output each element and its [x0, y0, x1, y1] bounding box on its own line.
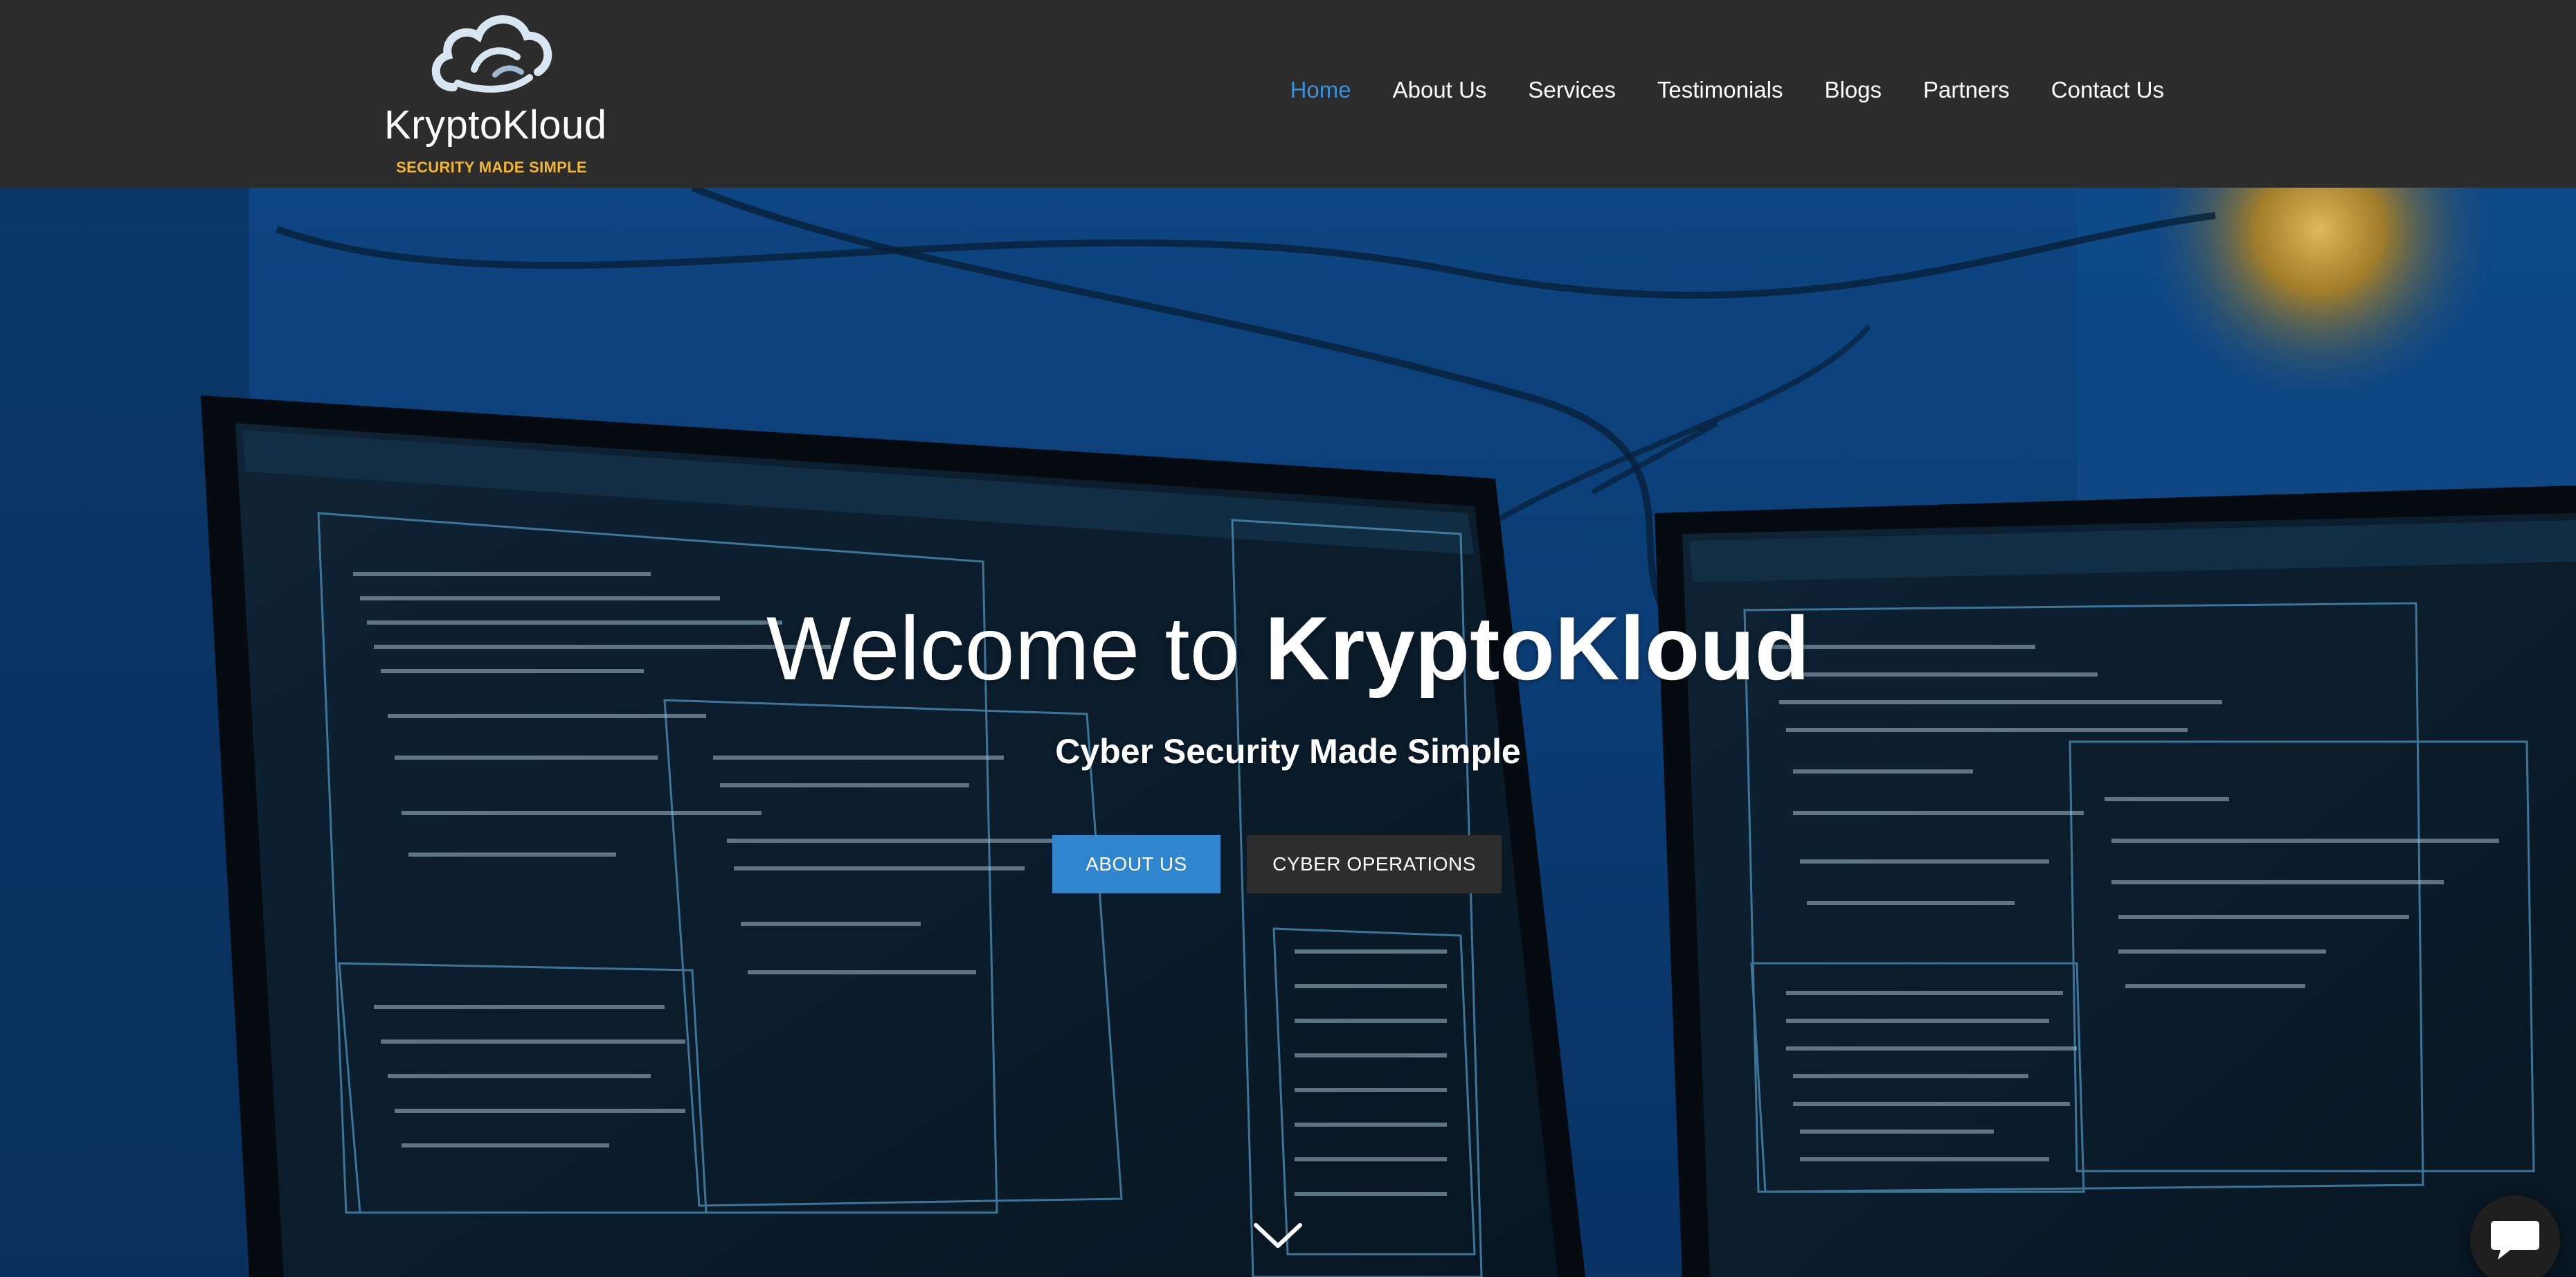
nav-item-testimonials[interactable]: Testimonials [1657, 69, 1783, 111]
nav-item-contact-us[interactable]: Contact Us [2051, 69, 2164, 111]
hero-title: Welcome to KryptoKloud [0, 596, 2576, 700]
nav-item-partners[interactable]: Partners [1923, 69, 2010, 111]
chat-button[interactable] [2470, 1195, 2560, 1277]
cloud-logo-icon [431, 15, 552, 93]
hero-title-brand: KryptoKloud [1264, 598, 1810, 699]
logo-name: KryptoKloud [384, 102, 607, 148]
hero-title-prefix: Welcome to [766, 598, 1265, 699]
hero-buttons: ABOUT US CYBER OPERATIONS [1052, 835, 1502, 893]
cyber-operations-button[interactable]: CYBER OPERATIONS [1247, 835, 1502, 893]
nav-item-blogs[interactable]: Blogs [1824, 69, 1882, 111]
nav-item-home[interactable]: Home [1290, 69, 1351, 111]
hero-subtitle: Cyber Security Made Simple [1055, 732, 1521, 771]
hero-section: Welcome to KryptoKloud Cyber Security Ma… [0, 188, 2576, 1277]
logo-link[interactable]: KryptoKloud SECURITY MADE SIMPLE [384, 6, 607, 182]
about-us-button[interactable]: ABOUT US [1052, 835, 1221, 893]
site-header: KryptoKloud SECURITY MADE SIMPLE Home Ab… [0, 0, 2576, 188]
nav-item-about-us[interactable]: About Us [1393, 69, 1487, 111]
logo-tagline: SECURITY MADE SIMPLE [396, 159, 587, 176]
nav-item-services[interactable]: Services [1528, 69, 1616, 111]
chevron-down-icon[interactable] [1252, 1218, 1304, 1253]
main-nav: Home About Us Services Testimonials Blog… [1249, 69, 2164, 111]
chat-bubble-icon [2491, 1221, 2539, 1260]
